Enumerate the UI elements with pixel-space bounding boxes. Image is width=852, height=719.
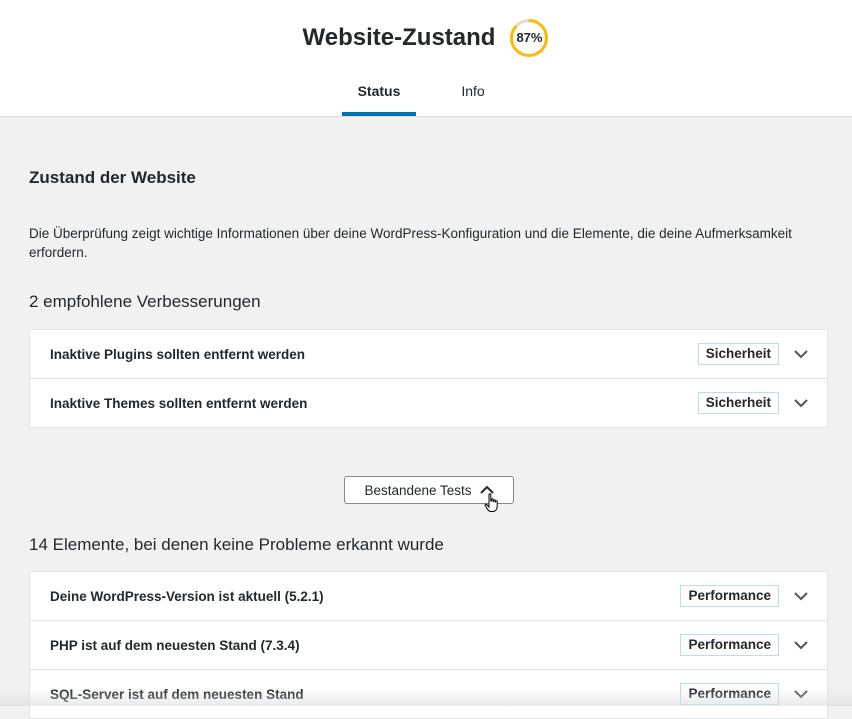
category-badge: Performance	[680, 683, 779, 705]
health-score-indicator: 87%	[509, 18, 549, 58]
passed-label: SQL-Server ist auf dem neuesten Stand	[50, 687, 680, 702]
chevron-down-icon[interactable]	[793, 637, 809, 653]
issue-label: Inaktive Plugins sollten entfernt werden	[50, 347, 698, 362]
section-description: Die Überprüfung zeigt wichtige Informati…	[29, 224, 819, 262]
chevron-down-icon[interactable]	[793, 686, 809, 702]
passed-tests-toggle-label: Bestandene Tests	[364, 483, 471, 498]
recommended-heading: 2 empfohlene Verbesserungen	[29, 292, 261, 312]
category-badge: Performance	[680, 585, 779, 607]
category-badge: Sicherheit	[698, 392, 779, 414]
passed-row[interactable]: SQL-Server ist auf dem neuesten Stand Pe…	[30, 669, 827, 718]
category-badge: Sicherheit	[698, 343, 779, 365]
passed-list: Deine WordPress-Version ist aktuell (5.2…	[29, 571, 828, 719]
passed-row[interactable]: PHP ist auf dem neuesten Stand (7.3.4) P…	[30, 620, 827, 669]
category-badge: Performance	[680, 634, 779, 656]
passed-label: Deine WordPress-Version ist aktuell (5.2…	[50, 589, 680, 604]
page-title: Website-Zustand	[303, 24, 496, 52]
recommended-list: Inaktive Plugins sollten entfernt werden…	[29, 329, 828, 428]
issue-label: Inaktive Themes sollten entfernt werden	[50, 396, 698, 411]
hand-pointer-icon	[484, 493, 500, 513]
health-score-value: 87%	[509, 18, 549, 58]
tab-status[interactable]: Status	[342, 72, 416, 116]
chevron-down-icon[interactable]	[793, 346, 809, 362]
page-header: Website-Zustand 87% Status Info	[0, 0, 852, 117]
chevron-down-icon[interactable]	[793, 588, 809, 604]
tab-bar: Status Info	[0, 72, 852, 116]
title-row: Website-Zustand 87%	[0, 14, 852, 62]
passed-heading: 14 Elemente, bei denen keine Probleme er…	[29, 535, 444, 555]
passed-row[interactable]: Deine WordPress-Version ist aktuell (5.2…	[30, 572, 827, 620]
issue-row[interactable]: Inaktive Themes sollten entfernt werden …	[30, 378, 827, 427]
tab-info[interactable]: Info	[436, 72, 510, 112]
section-title: Zustand der Website	[29, 168, 196, 188]
issue-row[interactable]: Inaktive Plugins sollten entfernt werden…	[30, 330, 827, 378]
passed-label: PHP ist auf dem neuesten Stand (7.3.4)	[50, 638, 680, 653]
chevron-down-icon[interactable]	[793, 395, 809, 411]
